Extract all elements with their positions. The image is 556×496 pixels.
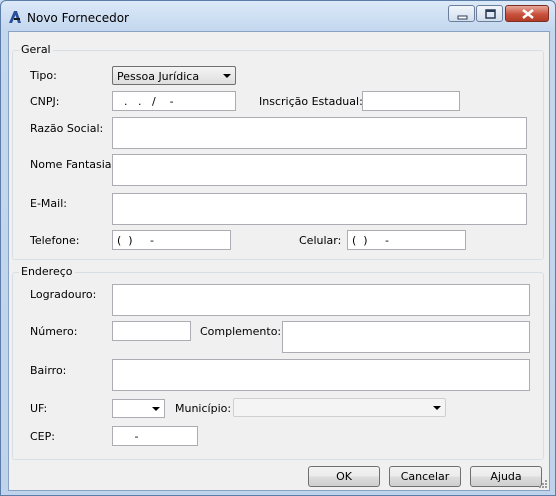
- cep-label: CEP:: [30, 430, 55, 443]
- chevron-down-icon: [433, 406, 441, 410]
- email-field[interactable]: [112, 193, 527, 225]
- app-logo-icon: [9, 11, 21, 23]
- complemento-field[interactable]: [282, 321, 530, 353]
- title-bar[interactable]: Novo Fornecedor: [1, 1, 555, 31]
- uf-select[interactable]: [112, 399, 165, 418]
- close-icon: [522, 9, 534, 19]
- cep-field[interactable]: -: [112, 426, 198, 446]
- logradouro-label: Logradouro:: [30, 288, 97, 301]
- tipo-label: Tipo:: [30, 69, 57, 82]
- resize-grip-icon[interactable]: [538, 479, 548, 489]
- maximize-icon: [485, 9, 496, 19]
- telefone-label: Telefone:: [30, 234, 80, 247]
- nome-fantasia-label: Nome Fantasia:: [30, 158, 116, 171]
- cnpj-field[interactable]: . . / -: [112, 91, 236, 111]
- inscricao-estadual-field[interactable]: [362, 91, 460, 111]
- geral-legend: Geral: [19, 43, 53, 56]
- celular-field[interactable]: ( ) -: [347, 230, 466, 250]
- razao-social-label: Razão Social:: [30, 122, 104, 135]
- endereco-legend: Endereço: [19, 265, 75, 278]
- dialog-window: Novo Fornecedor Geral Tipo: Pessoa Juríd…: [0, 0, 556, 496]
- municipio-select[interactable]: [233, 398, 446, 417]
- uf-label: UF:: [30, 402, 48, 415]
- email-label: E-Mail:: [30, 197, 67, 210]
- cnpj-label: CNPJ:: [30, 95, 60, 108]
- ok-button[interactable]: OK: [308, 466, 380, 487]
- tipo-select-value: Pessoa Jurídica: [117, 70, 200, 83]
- cancelar-button[interactable]: Cancelar: [389, 466, 461, 487]
- inscricao-estadual-label: Inscrição Estadual:: [259, 95, 363, 108]
- minimize-icon: [457, 15, 468, 20]
- tipo-select[interactable]: Pessoa Jurídica: [112, 66, 236, 85]
- telefone-field[interactable]: ( ) -: [112, 230, 231, 250]
- minimize-button[interactable]: [448, 5, 475, 22]
- close-button[interactable]: [505, 5, 549, 22]
- celular-label: Celular:: [299, 234, 342, 247]
- municipio-label: Município:: [175, 402, 232, 415]
- numero-label: Número:: [30, 325, 78, 338]
- bairro-field[interactable]: [112, 359, 530, 391]
- chevron-down-icon: [223, 74, 231, 78]
- numero-field[interactable]: [112, 321, 191, 341]
- razao-social-field[interactable]: [112, 117, 527, 149]
- window-title: Novo Fornecedor: [27, 11, 129, 25]
- nome-fantasia-field[interactable]: [112, 154, 527, 186]
- bairro-label: Bairro:: [30, 364, 67, 377]
- dialog-client-area: Geral Tipo: Pessoa Jurídica CNPJ: . . / …: [8, 31, 550, 491]
- maximize-button[interactable]: [476, 5, 503, 22]
- chevron-down-icon: [152, 407, 160, 411]
- logradouro-field[interactable]: [112, 284, 530, 316]
- ajuda-button[interactable]: Ajuda: [470, 466, 542, 487]
- complemento-label: Complemento:: [200, 325, 282, 338]
